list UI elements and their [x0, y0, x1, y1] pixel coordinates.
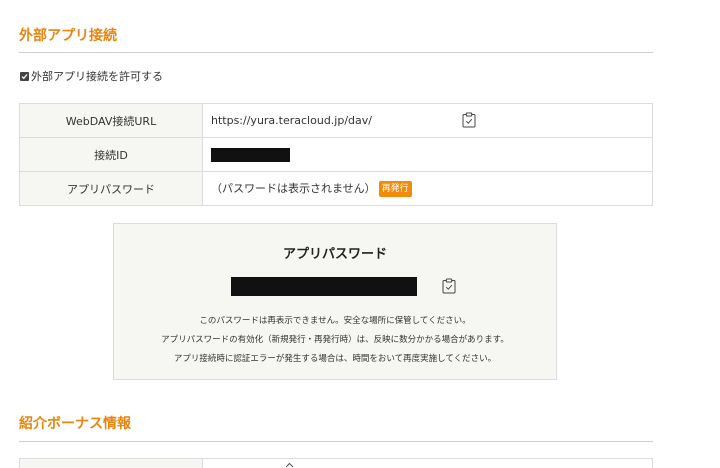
app-password-label: アプリパスワード	[19, 171, 203, 206]
connection-id-label: 接続ID	[19, 137, 203, 172]
app-password-panel: アプリパスワード このパスワードは再表示できません。安全な場所に保管してください…	[113, 223, 557, 380]
referral-table-label-cell	[20, 459, 203, 468]
webdav-url-value: https://yura.teracloud.jp/dav/	[211, 114, 372, 127]
external-app-settings-table: WebDAV接続URL https://yura.teracloud.jp/da…	[19, 103, 653, 206]
password-note: アプリパスワードの有効化（新規発行・再発行時）は、反映に数分かかる場合があります…	[161, 335, 509, 345]
table-row: WebDAV接続URL https://yura.teracloud.jp/da…	[19, 103, 653, 138]
external-app-section-title: 外部アプリ接続	[19, 28, 117, 44]
section-divider	[19, 52, 653, 53]
referral-table	[19, 458, 653, 468]
app-password-cell: （パスワードは表示されません） 再発行	[202, 171, 653, 206]
clipboard-check-icon	[462, 112, 476, 128]
allow-external-app-row[interactable]: 外部アプリ接続を許可する	[20, 68, 163, 84]
referral-section-title: 紹介ボーナス情報	[19, 416, 131, 432]
clipboard-check-icon	[442, 278, 456, 294]
settings-page: 外部アプリ接続 外部アプリ接続を許可する WebDAV接続URL https:/…	[0, 0, 720, 468]
copy-password-button[interactable]	[442, 278, 456, 294]
allow-external-app-label: 外部アプリ接続を許可する	[31, 70, 163, 83]
copy-url-button[interactable]	[462, 112, 476, 128]
table-row: アプリパスワード （パスワードは表示されません） 再発行	[19, 171, 653, 206]
table-row: 接続ID	[19, 137, 653, 172]
connection-id-cell	[202, 137, 653, 172]
app-password-hidden-text: （パスワードは表示されません）	[211, 182, 376, 195]
password-note: アプリ接続時に認証エラーが発生する場合は、時間をおいて再度実施してください。	[173, 354, 497, 364]
chevron-up-icon	[285, 462, 294, 468]
webdav-url-cell: https://yura.teracloud.jp/dav/	[202, 103, 653, 138]
app-password-redacted	[231, 277, 417, 296]
allow-external-app-checkbox[interactable]	[20, 71, 29, 81]
app-password-panel-title: アプリパスワード	[282, 247, 387, 262]
section-divider	[19, 441, 653, 442]
checkmark-icon	[21, 73, 28, 79]
reissue-password-button[interactable]: 再発行	[378, 181, 412, 197]
webdav-url-label: WebDAV接続URL	[19, 103, 203, 138]
connection-id-redacted	[211, 147, 290, 162]
password-note: このパスワードは再表示できません。安全な場所に保管してください。	[199, 316, 471, 326]
